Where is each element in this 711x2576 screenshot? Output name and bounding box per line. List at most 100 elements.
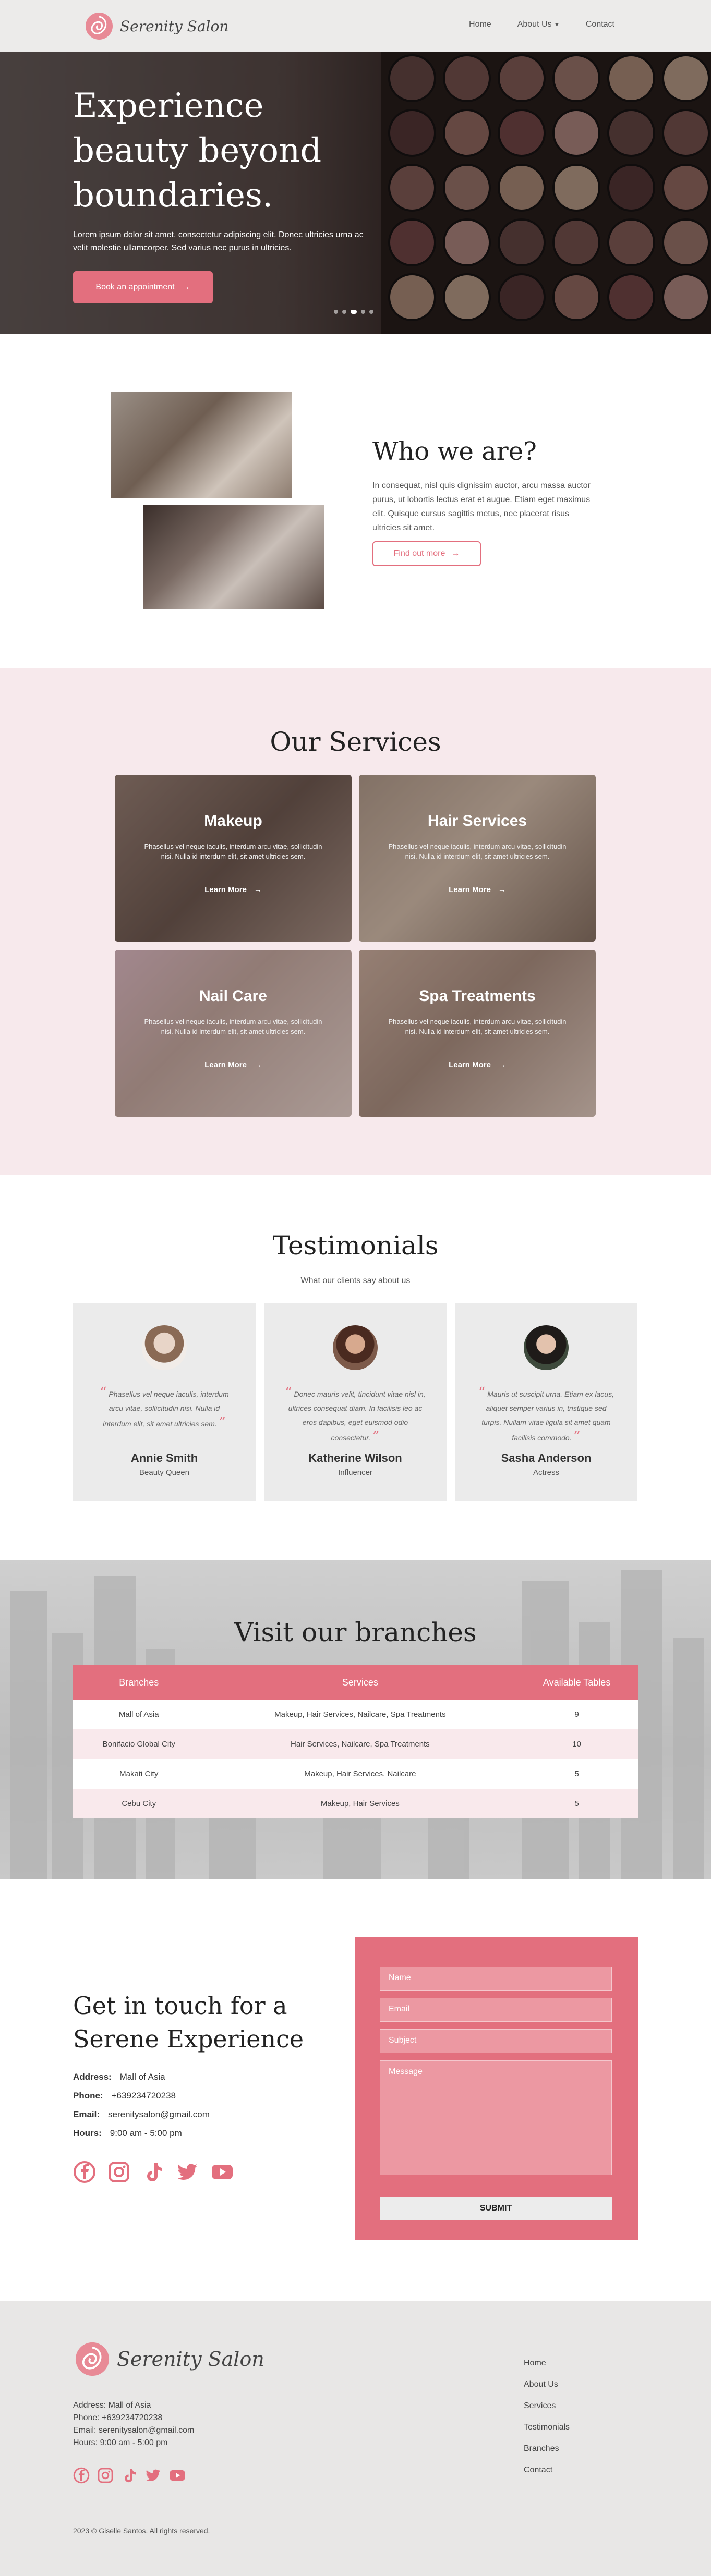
open-quote-icon: “: [285, 1385, 292, 1400]
footer-link-branches[interactable]: Branches: [524, 2438, 570, 2459]
footer-brand-logo[interactable]: Serenity Salon: [73, 2341, 264, 2377]
quote-text: Mauris ut suscipit urna. Etiam ex lacus,…: [481, 1390, 614, 1442]
service-card-title: Hair Services: [427, 812, 527, 829]
contact-phone: Phone: +639234720238: [73, 2091, 176, 2101]
footer-hours: Hours: 9:00 am - 5:00 pm: [73, 2438, 168, 2447]
youtube-icon[interactable]: [211, 2160, 234, 2183]
table-header-row: Branches Services Available Tables: [73, 1665, 638, 1700]
submit-button[interactable]: SUBMIT: [380, 2197, 612, 2220]
find-out-more-label: Find out more: [393, 549, 445, 558]
services-section: Our Services Makeup Phasellus vel neque …: [0, 668, 711, 1175]
caret-down-icon: ▼: [553, 22, 560, 28]
table-row: Makati City Makeup, Hair Services, Nailca…: [73, 1759, 638, 1789]
service-card-makeup[interactable]: Makeup Phasellus vel neque iaculis, inte…: [115, 775, 352, 942]
branches-title: Visit our branches: [234, 1617, 477, 1647]
table-cell: 9: [574, 1710, 579, 1719]
footer-link-contact[interactable]: Contact: [524, 2459, 570, 2481]
book-appointment-button[interactable]: Book an appointment →: [73, 271, 213, 303]
table-row: Cebu City Makeup, Hair Services 5: [73, 1789, 638, 1818]
footer-link-home[interactable]: Home: [524, 2352, 570, 2374]
testimonial-card: “ Mauris ut suscipit urna. Etiam ex lacu…: [455, 1303, 637, 1501]
twitter-icon[interactable]: [176, 2160, 199, 2183]
arrow-right-icon: →: [254, 1060, 262, 1069]
carousel-dot[interactable]: [334, 310, 338, 314]
testimonials-title: Testimonials: [272, 1230, 439, 1261]
testimonial-role: Beauty Queen: [139, 1468, 189, 1477]
nav-contact-link[interactable]: Contact: [586, 20, 614, 29]
twitter-icon[interactable]: [145, 2467, 162, 2484]
find-out-more-button[interactable]: Find out more →: [372, 541, 481, 566]
footer-link-testimonials[interactable]: Testimonials: [524, 2416, 570, 2438]
tiktok-icon[interactable]: [142, 2160, 165, 2183]
avatar: [142, 1325, 187, 1370]
testimonial-card: “ Donec mauris velit, tincidunt vitae ni…: [264, 1303, 447, 1501]
learn-more-link[interactable]: Learn More →: [115, 885, 352, 894]
service-card-spa[interactable]: Spa Treatments Phasellus vel neque iacul…: [359, 950, 596, 1117]
hair-washing-photo: [143, 505, 324, 609]
branches-table: Branches Services Available Tables Mall …: [73, 1665, 638, 1818]
arrow-right-icon: →: [498, 885, 506, 894]
message-field[interactable]: Message: [380, 2060, 612, 2175]
nav-home-link[interactable]: Home: [469, 20, 491, 29]
testimonial-quote: “ Donec mauris velit, tincidunt vitae ni…: [285, 1386, 426, 1445]
email-field[interactable]: Email: [380, 1998, 612, 2022]
testimonial-role: Influencer: [338, 1468, 372, 1477]
service-card-text: Phasellus vel neque iaculis, interdum ar…: [388, 1018, 567, 1035]
contact-label: Email:: [73, 2109, 100, 2119]
arrow-right-icon: →: [451, 549, 460, 558]
contact-value: serenitysalon@gmail.com: [108, 2109, 210, 2119]
carousel-dot[interactable]: [369, 310, 373, 314]
footer-email: Email: serenitysalon@gmail.com: [73, 2426, 195, 2435]
service-card-nails[interactable]: Nail Care Phasellus vel neque iaculis, i…: [115, 950, 352, 1117]
brand-logo[interactable]: Serenity Salon: [83, 11, 228, 41]
navbar: Serenity Salon Home About Us ▼ Contact: [0, 0, 711, 52]
testimonial-role: Actress: [533, 1468, 559, 1477]
table-cell: 5: [574, 1769, 579, 1778]
footer-link-services[interactable]: Services: [524, 2395, 570, 2416]
carousel-dot[interactable]: [351, 310, 357, 314]
avatar: [524, 1325, 569, 1370]
copyright: 2023 © Giselle Santos. All rights reserv…: [73, 2526, 210, 2535]
nav-about-dropdown[interactable]: About Us ▼: [517, 20, 560, 29]
service-card-title: Makeup: [204, 812, 262, 829]
name-field[interactable]: Name: [380, 1967, 612, 1991]
branches-section: Visit our branches Branches Services Ava…: [0, 1560, 711, 1879]
learn-more-link[interactable]: Learn More →: [359, 885, 596, 894]
learn-more-label: Learn More: [204, 885, 247, 894]
footer-social-links: [73, 2467, 186, 2484]
learn-more-label: Learn More: [449, 1060, 491, 1069]
contact-label: Address:: [73, 2072, 112, 2082]
tiktok-icon[interactable]: [121, 2467, 138, 2484]
footer: Serenity Salon Address: Mall of Asia Pho…: [0, 2301, 711, 2576]
contact-label: Phone:: [73, 2091, 103, 2101]
carousel-dot[interactable]: [361, 310, 365, 314]
instagram-icon[interactable]: [97, 2467, 114, 2484]
table-cell: Mall of Asia: [118, 1710, 159, 1719]
service-card-text: Phasellus vel neque iaculis, interdum ar…: [388, 843, 567, 860]
rose-logo-icon: [75, 2342, 110, 2376]
service-card-hair[interactable]: Hair Services Phasellus vel neque iaculi…: [359, 775, 596, 942]
column-header: Available Tables: [543, 1677, 611, 1688]
close-quote-icon: ”: [573, 1429, 581, 1444]
table-cell: 10: [572, 1740, 581, 1749]
about-text: In consequat, nisl quis dignissim auctor…: [372, 481, 591, 532]
footer-link-about[interactable]: About Us: [524, 2374, 570, 2395]
hero-title: Experience beauty beyond boundaries.: [73, 87, 322, 215]
facebook-icon[interactable]: [73, 2160, 96, 2183]
carousel-dot[interactable]: [342, 310, 346, 314]
learn-more-link[interactable]: Learn More →: [115, 1060, 352, 1069]
subject-field[interactable]: Subject: [380, 2029, 612, 2053]
contact-value: 9:00 am - 5:00 pm: [110, 2128, 182, 2138]
table-cell: Makeup, Hair Services, Nailcare: [304, 1769, 416, 1778]
instagram-icon[interactable]: [107, 2160, 130, 2183]
footer-address: Address: Mall of Asia: [73, 2401, 151, 2410]
youtube-icon[interactable]: [169, 2467, 186, 2484]
contact-social-links: [73, 2160, 234, 2183]
facebook-icon[interactable]: [73, 2467, 90, 2484]
learn-more-link[interactable]: Learn More →: [359, 1060, 596, 1069]
hero-text: Lorem ipsum dolor sit amet, consectetur …: [73, 230, 364, 252]
service-card-title: Nail Care: [199, 987, 268, 1005]
contact-hours: Hours: 9:00 am - 5:00 pm: [73, 2128, 182, 2139]
footer-phone: Phone: +639234720238: [73, 2413, 163, 2422]
arrow-right-icon: →: [498, 1060, 506, 1069]
